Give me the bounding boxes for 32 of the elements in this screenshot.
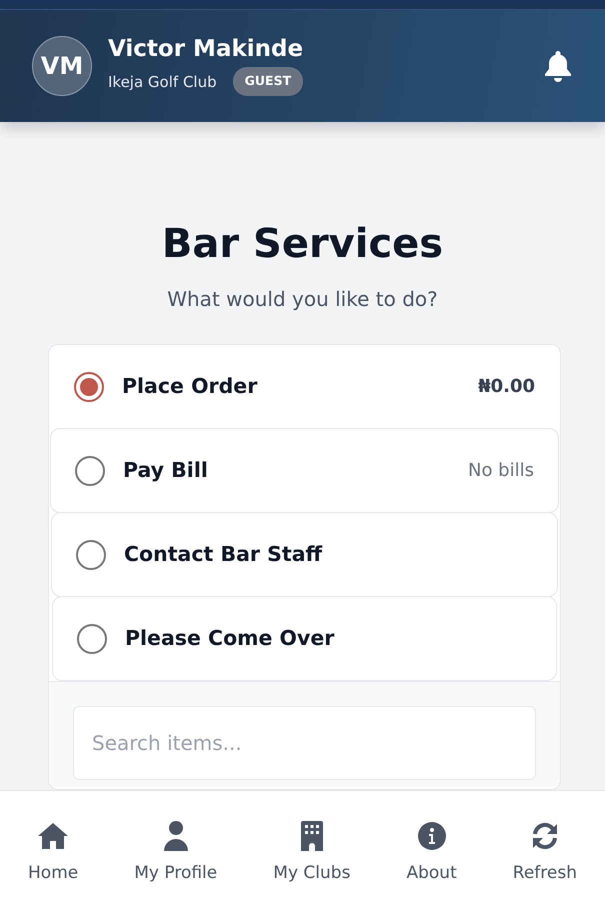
option-status: ₦0.00 bbox=[478, 375, 535, 399]
refresh-icon bbox=[530, 821, 559, 851]
nav-button[interactable]: About bbox=[400, 821, 463, 886]
radio-button[interactable] bbox=[77, 624, 107, 654]
nav-button[interactable]: Refresh bbox=[506, 821, 583, 886]
option-label: Contact Bar Staff bbox=[124, 541, 322, 568]
bell-icon bbox=[543, 50, 573, 82]
nav-button[interactable]: My Profile bbox=[128, 821, 224, 886]
option-status: No bills bbox=[468, 459, 534, 483]
option-label: Pay Bill bbox=[123, 457, 208, 484]
person-icon bbox=[162, 821, 189, 851]
search-field[interactable]: Search items... bbox=[73, 706, 536, 780]
building-icon bbox=[300, 821, 323, 851]
home-icon bbox=[37, 821, 70, 851]
option-row[interactable]: Please Come Over bbox=[52, 596, 557, 681]
avatar: VM bbox=[32, 36, 92, 96]
club-name: Ikeja Golf Club bbox=[108, 72, 217, 93]
option-label: Please Come Over bbox=[125, 625, 334, 652]
radio-button[interactable] bbox=[74, 372, 104, 402]
radio-button[interactable] bbox=[76, 540, 106, 570]
notifications-button[interactable] bbox=[543, 50, 573, 82]
role-badge: GUEST bbox=[232, 67, 304, 96]
page-subtitle: What would you like to do? bbox=[166, 286, 439, 313]
option-label: Place Order bbox=[122, 373, 258, 400]
option-row[interactable]: Contact Bar Staff bbox=[51, 512, 558, 597]
nav-button[interactable]: My Clubs bbox=[267, 821, 356, 886]
info-icon bbox=[418, 821, 446, 851]
option-row[interactable]: Pay Bill No bills bbox=[50, 428, 559, 513]
user-name: Victor Makinde bbox=[108, 36, 304, 64]
radio-button[interactable] bbox=[75, 456, 105, 486]
nav-button[interactable]: Home bbox=[22, 821, 84, 886]
page-title: Bar Services bbox=[160, 220, 444, 269]
